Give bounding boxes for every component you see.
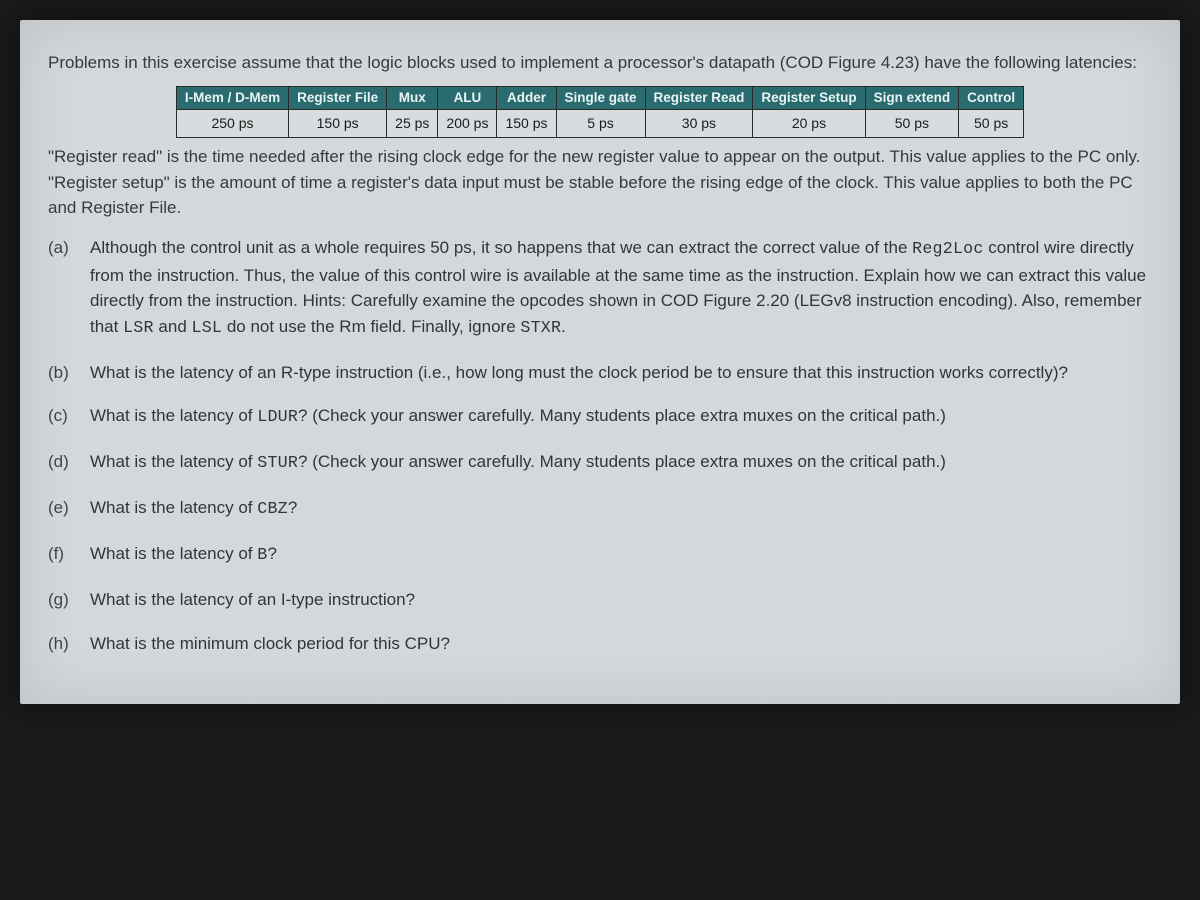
table-cell: 50 ps (959, 110, 1024, 138)
table-cell: 150 ps (289, 110, 387, 138)
col-header: Register File (289, 86, 387, 110)
question-marker: (h) (48, 631, 69, 657)
table-cell: 200 ps (438, 110, 497, 138)
table-cell: 250 ps (176, 110, 288, 138)
code-stur: STUR (257, 454, 298, 473)
question-e: (e) What is the latency of CBZ? (48, 495, 1152, 523)
col-header: ALU (438, 86, 497, 110)
table-cell: 25 ps (387, 110, 438, 138)
question-marker: (f) (48, 541, 64, 567)
question-marker: (e) (48, 495, 69, 521)
question-marker: (d) (48, 449, 69, 475)
question-b: (b) What is the latency of an R-type ins… (48, 360, 1152, 386)
question-a: (a) Although the control unit as a whole… (48, 235, 1152, 342)
table-cell: 50 ps (865, 110, 959, 138)
col-header: I-Mem / D-Mem (176, 86, 288, 110)
question-marker: (c) (48, 403, 68, 429)
code-b: B (257, 546, 267, 565)
question-text: What is the latency of an I-type instruc… (90, 590, 415, 609)
question-marker: (b) (48, 360, 69, 386)
col-header: Register Setup (753, 86, 865, 110)
question-text: What is the latency of LDUR? (Check your… (90, 406, 946, 425)
table-value-row: 250 ps 150 ps 25 ps 200 ps 150 ps 5 ps 3… (176, 110, 1023, 138)
question-marker: (a) (48, 235, 69, 261)
intro-text: Problems in this exercise assume that th… (48, 50, 1152, 76)
code-lsr: LSR (123, 319, 154, 338)
latency-table: I-Mem / D-Mem Register File Mux ALU Adde… (176, 86, 1024, 139)
question-g: (g) What is the latency of an I-type ins… (48, 587, 1152, 613)
col-header: Adder (497, 86, 556, 110)
code-lsl: LSL (192, 319, 223, 338)
col-header: Sign extend (865, 86, 959, 110)
col-header: Control (959, 86, 1024, 110)
question-c: (c) What is the latency of LDUR? (Check … (48, 403, 1152, 431)
question-marker: (g) (48, 587, 69, 613)
question-text: What is the latency of CBZ? (90, 498, 297, 517)
question-list: (a) Although the control unit as a whole… (48, 235, 1152, 656)
definitions-note: "Register read" is the time needed after… (48, 144, 1152, 221)
exercise-page: Problems in this exercise assume that th… (20, 20, 1180, 704)
question-text: What is the latency of B? (90, 544, 277, 563)
table-cell: 30 ps (645, 110, 753, 138)
table-cell: 20 ps (753, 110, 865, 138)
col-header: Register Read (645, 86, 753, 110)
table-header-row: I-Mem / D-Mem Register File Mux ALU Adde… (176, 86, 1023, 110)
question-d: (d) What is the latency of STUR? (Check … (48, 449, 1152, 477)
question-text: What is the minimum clock period for thi… (90, 634, 450, 653)
code-stxr: STXR (520, 319, 561, 338)
table-cell: 5 ps (556, 110, 645, 138)
code-cbz: CBZ (257, 500, 288, 519)
latency-table-wrap: I-Mem / D-Mem Register File Mux ALU Adde… (48, 86, 1152, 139)
question-f: (f) What is the latency of B? (48, 541, 1152, 569)
question-text: Although the control unit as a whole req… (90, 238, 1146, 336)
question-text: What is the latency of STUR? (Check your… (90, 452, 946, 471)
code-ldur: LDUR (257, 408, 298, 427)
table-cell: 150 ps (497, 110, 556, 138)
col-header: Single gate (556, 86, 645, 110)
question-h: (h) What is the minimum clock period for… (48, 631, 1152, 657)
question-text: What is the latency of an R-type instruc… (90, 363, 1068, 382)
col-header: Mux (387, 86, 438, 110)
code-reg2loc: Reg2Loc (912, 240, 983, 259)
